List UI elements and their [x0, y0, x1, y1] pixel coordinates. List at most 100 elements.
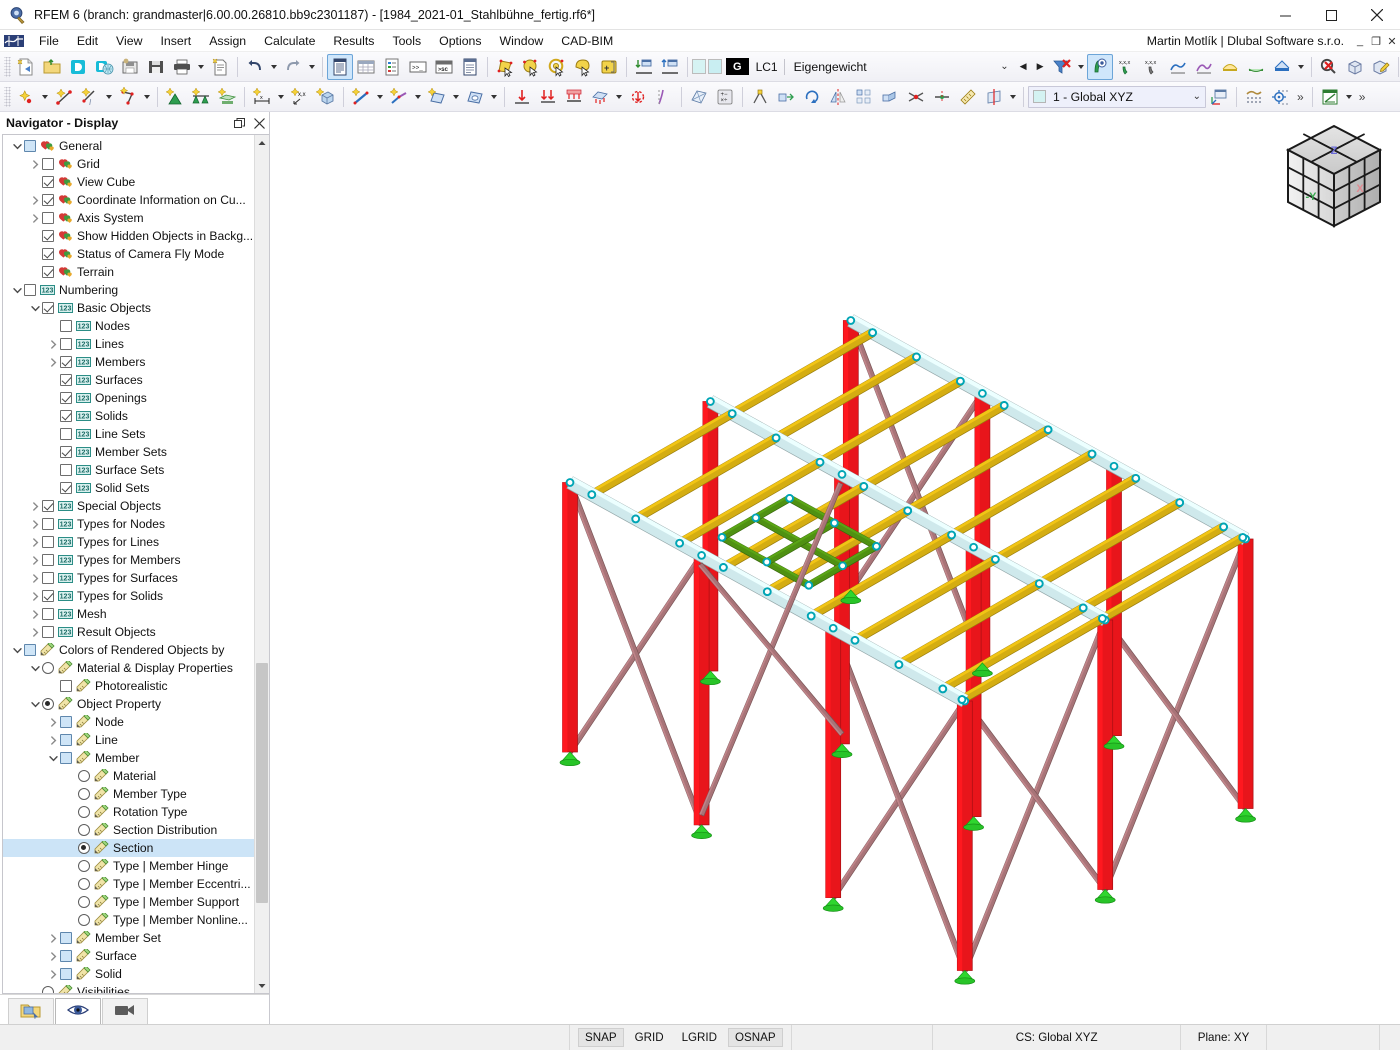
tree-checkbox[interactable] [42, 212, 54, 224]
toolbar-overflow-button-3[interactable]: » [1355, 84, 1370, 110]
tree-radio[interactable] [78, 860, 90, 872]
chevron-down-icon[interactable] [29, 299, 42, 317]
tree-item-node[interactable]: Node [3, 713, 254, 731]
menu-window[interactable]: Window [491, 32, 553, 50]
load-case-next-button[interactable]: ▶ [1032, 56, 1049, 78]
tree-checkbox[interactable] [42, 230, 54, 242]
tree-item-line-sets[interactable]: 123Line Sets [3, 425, 254, 443]
coordinate-system-combo[interactable]: 1 - Global XYZ ⌄ [1028, 86, 1206, 108]
model-viewport[interactable]: Z -Y [270, 112, 1400, 1024]
tree-item-coordinate-information-on-cu[interactable]: Coordinate Information on Cu... [3, 191, 254, 209]
new-nodal-support-icon[interactable] [162, 84, 188, 110]
scroll-up-arrow[interactable] [255, 135, 269, 150]
tree-item-section[interactable]: Section [3, 839, 254, 857]
tree-checkbox[interactable] [42, 626, 54, 638]
divide-tool-icon[interactable] [929, 84, 955, 110]
chevron-right-icon[interactable] [29, 497, 42, 515]
spreadsheet-caret[interactable] [1343, 84, 1355, 110]
chevron-right-icon[interactable] [29, 533, 42, 551]
chevron-down-icon[interactable] [47, 749, 60, 767]
tree-radio[interactable] [78, 914, 90, 926]
menu-cad-bim[interactable]: CAD-BIM [552, 32, 622, 50]
tree-checkbox[interactable] [42, 176, 54, 188]
new-dimension-icon[interactable]: x [249, 84, 275, 110]
mesh-settings-icon[interactable] [686, 84, 712, 110]
chevron-down-icon[interactable] [29, 695, 42, 713]
print-dropdown-caret[interactable] [195, 54, 207, 80]
mdi-close-button[interactable]: ✕ [1384, 31, 1400, 51]
tree-radio[interactable] [78, 842, 90, 854]
new-surface-load-icon[interactable] [587, 84, 613, 110]
tree-item-types-for-surfaces[interactable]: 123Types for Surfaces [3, 569, 254, 587]
tree-radio[interactable] [78, 878, 90, 890]
tree-checkbox[interactable] [60, 338, 72, 350]
console-icon[interactable]: >>_ [405, 54, 431, 80]
chevron-right-icon[interactable] [47, 353, 60, 371]
new-member-icon[interactable] [348, 84, 374, 110]
object-snap-icon[interactable] [1267, 84, 1293, 110]
save-icon[interactable] [143, 54, 169, 80]
chevron-right-icon[interactable] [47, 335, 60, 353]
tree-checkbox[interactable] [60, 392, 72, 404]
cloud-model-icon[interactable] [91, 54, 117, 80]
tree-item-type-member-support[interactable]: Type | Member Support [3, 893, 254, 911]
chevron-right-icon[interactable] [29, 623, 42, 641]
tree-radio[interactable] [78, 788, 90, 800]
navigator-scrollbar[interactable] [254, 135, 269, 993]
view-box-icon[interactable] [1342, 54, 1368, 80]
extrude-tool-icon[interactable] [877, 84, 903, 110]
tree-item-type-member-nonline[interactable]: Type | Member Nonline... [3, 911, 254, 929]
array-tool-icon[interactable] [851, 84, 877, 110]
new-polyline-icon[interactable] [115, 84, 141, 110]
select-objects-icon[interactable] [492, 54, 518, 80]
window-close-button[interactable] [1354, 0, 1400, 30]
report-list-icon[interactable] [457, 54, 483, 80]
scrollbar-track[interactable] [255, 150, 269, 978]
navigator-tab-display[interactable] [55, 998, 101, 1024]
tree-checkbox[interactable] [24, 644, 36, 656]
tree-checkbox[interactable] [24, 284, 36, 296]
result-diagram-icon[interactable] [1217, 54, 1243, 80]
new-member-set-caret[interactable] [412, 84, 424, 110]
tree-item-member-set[interactable]: Member Set [3, 929, 254, 947]
chevron-down-icon[interactable] [11, 641, 24, 659]
tree-item-member-sets[interactable]: 123Member Sets [3, 443, 254, 461]
new-model-icon[interactable] [13, 54, 39, 80]
select-single-icon[interactable] [518, 54, 544, 80]
tree-item-surface-sets[interactable]: 123Surface Sets [3, 461, 254, 479]
chevron-right-icon[interactable] [47, 947, 60, 965]
tree-checkbox[interactable] [42, 554, 54, 566]
wireframe-icon[interactable] [1191, 54, 1217, 80]
tree-checkbox[interactable] [60, 320, 72, 332]
tree-radio[interactable] [42, 986, 54, 993]
new-line-support-icon[interactable] [188, 84, 214, 110]
new-member-load-icon[interactable] [561, 84, 587, 110]
new-free-load-icon[interactable] [625, 84, 651, 110]
navigator-tab-project[interactable] [8, 998, 54, 1024]
tree-radio[interactable] [78, 806, 90, 818]
undo-icon[interactable] [242, 54, 268, 80]
render-mode-icon[interactable] [1165, 54, 1191, 80]
tree-item-member[interactable]: Member [3, 749, 254, 767]
tree-checkbox[interactable] [60, 734, 72, 746]
chevron-right-icon[interactable] [29, 605, 42, 623]
filter-dropdown-caret[interactable] [1075, 54, 1087, 80]
tree-item-result-objects[interactable]: 123Result Objects [3, 623, 254, 641]
chevron-right-icon[interactable] [29, 209, 42, 227]
tree-item-type-member-hinge[interactable]: Type | Member Hinge [3, 857, 254, 875]
tree-item-nodes[interactable]: 123Nodes [3, 317, 254, 335]
list-panel-icon[interactable] [379, 54, 405, 80]
scroll-down-arrow[interactable] [255, 978, 269, 993]
new-member-set-icon[interactable] [386, 84, 412, 110]
chevron-right-icon[interactable] [47, 965, 60, 983]
window-minimize-button[interactable] [1262, 0, 1308, 30]
tree-checkbox[interactable] [60, 932, 72, 944]
new-imperfection-icon[interactable] [651, 84, 677, 110]
toolbar-overflow-button-2[interactable]: » [1293, 84, 1308, 110]
export-level-icon[interactable] [657, 54, 683, 80]
new-polyline-caret[interactable] [141, 84, 153, 110]
chevron-right-icon[interactable] [29, 569, 42, 587]
tree-item-rotation-type[interactable]: Rotation Type [3, 803, 254, 821]
result-panel-icon[interactable] [1269, 54, 1295, 80]
menu-view[interactable]: View [107, 32, 151, 50]
